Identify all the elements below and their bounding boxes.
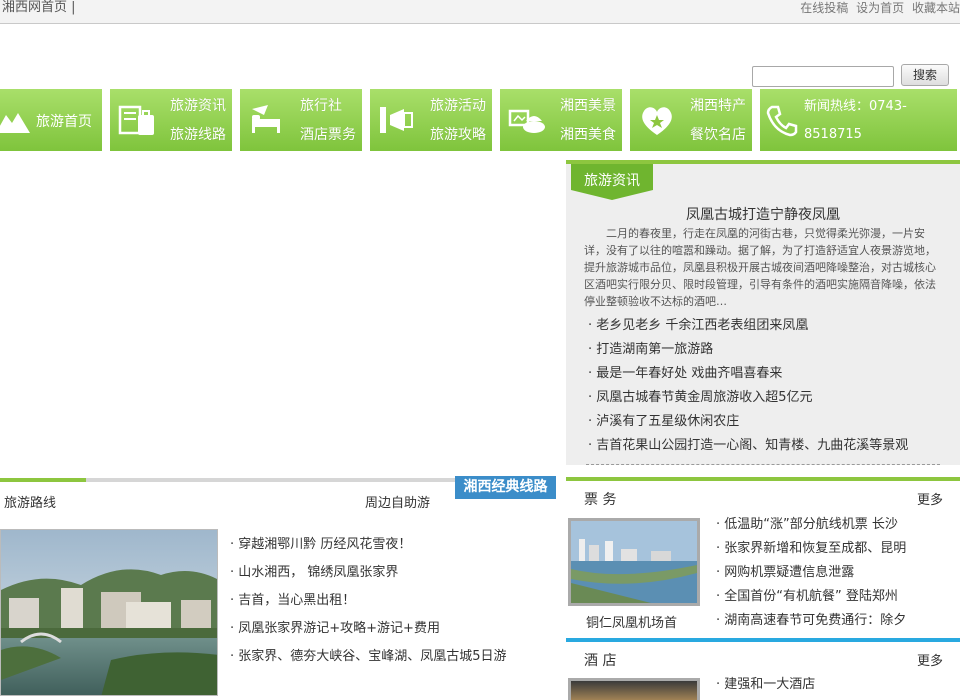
- hotels-title: 酒 店: [584, 653, 617, 669]
- list-item[interactable]: · 打造湖南第一旅游路: [588, 338, 908, 362]
- route-list: · 穿越湘鄂川黔 历经风花雪夜！ · 山水湘西， 锦绣凤凰张家界 · 吉首，当心…: [230, 531, 507, 671]
- list-item[interactable]: · 低温助“涨”部分航线机票 长沙: [716, 513, 906, 537]
- list-item[interactable]: · 老乡见老乡 千余江西老表组团来凤凰: [588, 314, 908, 338]
- town-landscape-image: [1, 530, 217, 695]
- ticket-photo-caption[interactable]: 铜仁凤凰机场首: [586, 612, 677, 631]
- list-item[interactable]: · 张家界、德夯大峡谷、宝峰湖、凤凰古城5日游: [230, 643, 507, 671]
- classic-routes-badge[interactable]: 湘西经典线路: [455, 476, 556, 499]
- list-item[interactable]: · 湖南高速春节可免费通行：除夕: [716, 609, 906, 633]
- nav-link-xiangxi-specialties[interactable]: 湘西特产: [690, 97, 746, 115]
- nav-item-travel-news[interactable]: 旅游资讯 旅游线路: [110, 89, 232, 151]
- list-item[interactable]: · 建强和一大酒店: [716, 673, 815, 697]
- list-item[interactable]: · 吉首花果山公园打造一心阁、知青楼、九曲花溪等景观: [588, 434, 908, 458]
- phone-icon: [766, 105, 798, 137]
- nav-item-hotline: 新闻热线：0743- 8518715: [760, 89, 957, 151]
- nav-link-travel-activities[interactable]: 旅游活动: [430, 97, 486, 115]
- food-dish-icon: [508, 109, 545, 133]
- news-tab-label: 旅游资讯: [584, 173, 640, 189]
- list-item[interactable]: · 张家界新增和恢复至成都、昆明: [716, 537, 906, 561]
- nav-item-specialties[interactable]: 湘西特产 餐饮名店: [630, 89, 752, 151]
- list-item[interactable]: · 穿越湘鄂川黔 历经风花雪夜！: [230, 531, 507, 559]
- nav-item-agency[interactable]: 旅行社 酒店票务: [240, 89, 362, 151]
- nav-item-travel-home[interactable]: 旅游首页: [0, 89, 102, 151]
- main-nav: 旅游首页 旅游资讯 旅游线路 旅行社 酒店票务 旅游活动 旅游攻略 湘西美景 湘…: [0, 89, 960, 151]
- list-item[interactable]: · 网购机票疑遭信息泄露: [716, 561, 906, 585]
- hotel-list: · 建强和一大酒店: [716, 673, 815, 697]
- route-section-title: 旅游路线: [4, 496, 57, 511]
- news-tab-badge: 旅游资讯: [571, 164, 653, 200]
- ticket-list: · 低温助“涨”部分航线机票 长沙 · 张家界新增和恢复至成都、昆明 · 网购机…: [716, 513, 906, 633]
- ticket-photo[interactable]: [568, 518, 700, 606]
- nav-link-famous-restaurants[interactable]: 餐饮名店: [690, 126, 746, 144]
- hotels-divider: [566, 638, 960, 642]
- divider: [586, 464, 940, 465]
- heart-star-icon: [642, 107, 672, 135]
- nav-item-scenery[interactable]: 湘西美景 湘西美食: [500, 89, 622, 151]
- luggage-icon: [118, 105, 154, 135]
- hotline-text-line1: 新闻热线：0743-: [804, 99, 907, 114]
- nav-link-travel-news[interactable]: 旅游资讯: [170, 97, 226, 115]
- list-item[interactable]: · 凤凰古城春节黄金周旅游收入超5亿元: [588, 386, 908, 410]
- top-bar: 湘西网首页 | 在线投稿 设为首页 收藏本站: [0, 0, 960, 24]
- hotel-photo[interactable]: [568, 678, 700, 700]
- list-item[interactable]: · 吉首，当心黑出租！: [230, 587, 507, 615]
- nav-item-label: 旅游首页: [36, 114, 92, 130]
- nav-link-xiangxi-food[interactable]: 湘西美食: [560, 126, 616, 144]
- list-item[interactable]: · 山水湘西， 锦绣凤凰张家界: [230, 559, 507, 587]
- nearby-tours-link[interactable]: 周边自助游: [365, 492, 430, 511]
- nav-link-xiangxi-scenery[interactable]: 湘西美景: [560, 97, 616, 115]
- nav-link-travel-agency[interactable]: 旅行社: [300, 97, 342, 115]
- hotels-more-link[interactable]: 更多: [917, 650, 943, 669]
- tickets-divider: [566, 477, 960, 481]
- search-input[interactable]: [752, 66, 894, 87]
- bookmark-site-link[interactable]: 收藏本站: [912, 1, 960, 15]
- nav-link-travel-routes[interactable]: 旅游线路: [170, 126, 226, 144]
- route-photo[interactable]: [0, 529, 218, 696]
- river-city-image: [571, 521, 697, 603]
- news-headline[interactable]: 凤凰古城打造宁静夜凤凰: [566, 204, 960, 224]
- list-item[interactable]: · 全国首份“有机航餐” 登陆郑州: [716, 585, 906, 609]
- hotel-bed-icon: [252, 105, 280, 133]
- list-item[interactable]: · 最是一年春好处 戏曲齐唱喜春来: [588, 362, 908, 386]
- list-item[interactable]: · 凤凰张家界游记+攻略+游记+费用: [230, 615, 507, 643]
- news-summary: 二月的春夜里，行走在凤凰的河街古巷，只觉得柔光弥漫，一片安详，没有了以往的喧嚣和…: [584, 227, 936, 308]
- travel-news-box: 旅游资讯 凤凰古城打造宁静夜凤凰 二月的春夜里，行走在凤凰的河街古巷，只觉得柔光…: [566, 160, 960, 465]
- set-homepage-link[interactable]: 设为首页: [856, 1, 904, 15]
- news-list: · 老乡见老乡 千余江西老表组团来凤凰 · 打造湖南第一旅游路 · 最是一年春好…: [588, 314, 908, 458]
- top-links: 在线投稿 设为首页 收藏本站: [796, 0, 960, 16]
- hotline-text-line2: 8518715: [804, 127, 862, 142]
- mountain-icon: [0, 113, 30, 133]
- tickets-more-link[interactable]: 更多: [917, 489, 943, 508]
- nav-item-activities[interactable]: 旅游活动 旅游攻略: [370, 89, 492, 151]
- submit-article-link[interactable]: 在线投稿: [800, 1, 848, 15]
- megaphone-icon: [380, 107, 413, 133]
- search-button[interactable]: 搜索: [901, 64, 949, 86]
- list-item[interactable]: · 泸溪有了五星级休闲农庄: [588, 410, 908, 434]
- tickets-title: 票 务: [584, 492, 617, 508]
- nav-link-hotel-tickets[interactable]: 酒店票务: [300, 126, 356, 144]
- nav-link-travel-guides[interactable]: 旅游攻略: [430, 126, 486, 144]
- home-link[interactable]: 湘西网首页 |: [2, 0, 76, 16]
